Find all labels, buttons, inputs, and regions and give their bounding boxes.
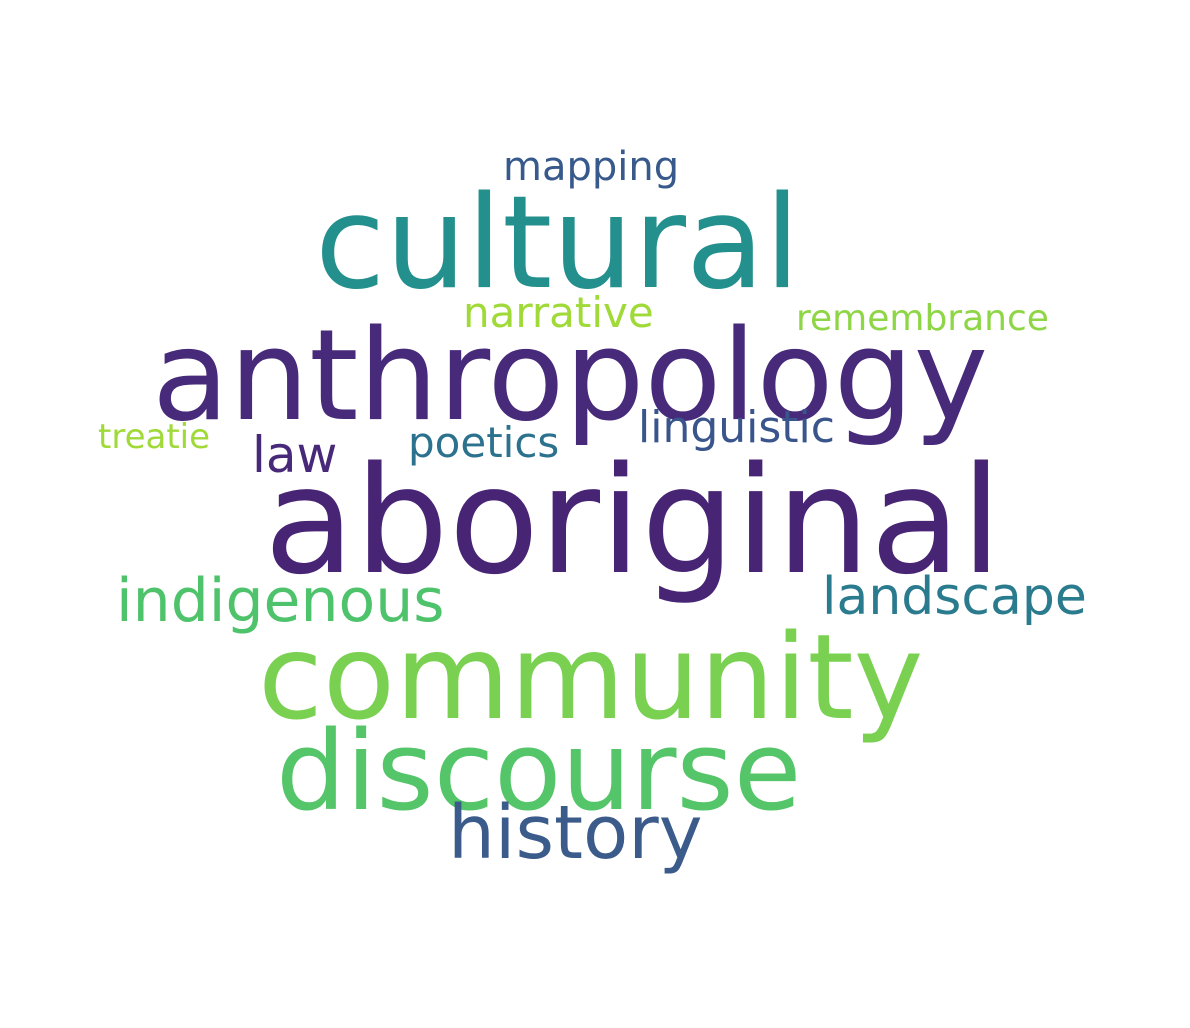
- word-cloud: mapping cultural narrative remembrance a…: [0, 0, 1190, 1028]
- word-anthropology: anthropology: [152, 302, 989, 449]
- word-history: history: [448, 790, 703, 876]
- word-treatie: treatie: [98, 417, 211, 457]
